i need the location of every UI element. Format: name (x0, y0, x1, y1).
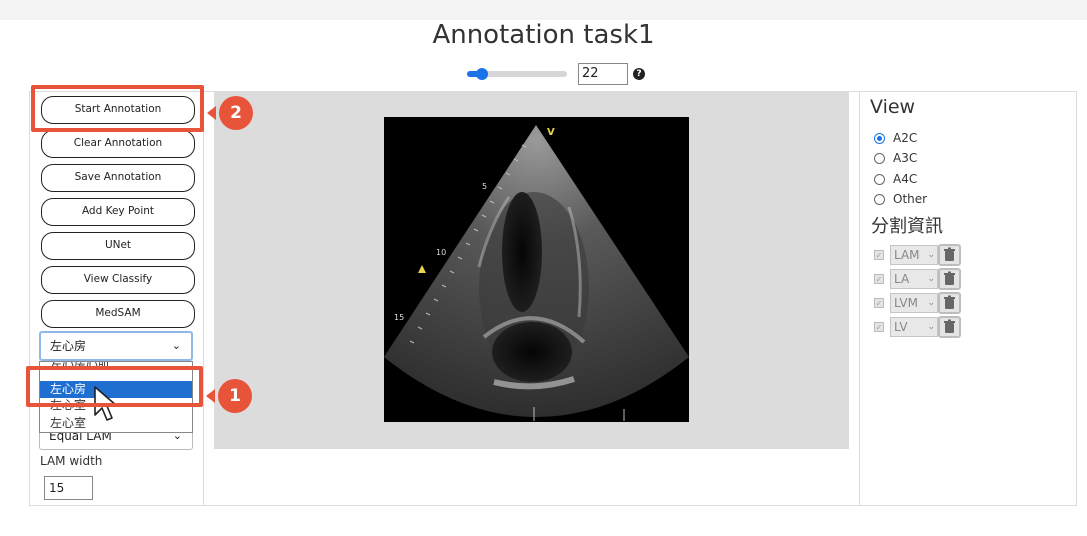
frame-slider[interactable] (467, 62, 567, 86)
checkbox-icon[interactable]: ✓ (874, 274, 884, 284)
radio-icon[interactable] (874, 194, 885, 205)
depth-label: 5 (482, 182, 487, 191)
trash-icon[interactable] (938, 292, 961, 314)
radio-icon[interactable] (874, 153, 885, 164)
callout-pointer (206, 389, 215, 403)
chevron-down-icon: ⌄ (927, 322, 935, 332)
checkbox-icon[interactable]: ✓ (874, 250, 884, 260)
callout-highlight-dropdown-option (26, 366, 203, 407)
trash-icon[interactable] (938, 316, 961, 338)
segmentation-label-select[interactable]: LAM ⌄ (890, 245, 938, 265)
callout-pointer (207, 106, 216, 120)
medsam-button[interactable]: MedSAM (41, 300, 195, 328)
checkbox-icon[interactable]: ✓ (874, 298, 884, 308)
structure-select[interactable]: 左心房 ⌄ (39, 331, 193, 361)
lam-width-label: LAM width (40, 454, 103, 468)
save-annotation-button[interactable]: Save Annotation (41, 164, 195, 192)
page-title: Annotation task1 (432, 20, 655, 50)
chevron-down-icon: ⌄ (927, 274, 935, 284)
browser-top-strip (0, 0, 1087, 20)
view-panel-title: View (870, 96, 916, 118)
chevron-down-icon: ⌄ (927, 250, 935, 260)
callout-badge-2: 2 (219, 96, 253, 130)
orientation-marker: V (547, 127, 555, 138)
frame-slider-thumb[interactable] (476, 68, 488, 80)
echocardiogram-image[interactable]: 5 10 15 V (384, 117, 689, 422)
segmentation-label-select[interactable]: LVM ⌄ (890, 293, 938, 313)
add-key-point-button[interactable]: Add Key Point (41, 198, 195, 226)
chevron-down-icon: ⌄ (171, 339, 181, 352)
trash-icon[interactable] (938, 268, 961, 290)
callout-highlight-start-annotation (31, 85, 204, 132)
focus-marker-icon (418, 265, 426, 273)
checkbox-icon[interactable]: ✓ (874, 322, 884, 332)
structure-select-value: 左心房 (50, 339, 87, 353)
lam-width-input[interactable]: 15 (44, 476, 93, 500)
segmentation-panel-title: 分割資訊 (871, 216, 943, 237)
help-icon[interactable]: ? (633, 68, 645, 80)
radio-selected-icon[interactable] (874, 133, 885, 144)
chevron-down-icon: ⌄ (927, 298, 935, 308)
view-classify-button[interactable]: View Classify (41, 266, 195, 294)
segmentation-label-select[interactable]: LA ⌄ (890, 269, 938, 289)
frame-number-input[interactable]: 22 (578, 63, 628, 85)
trash-icon[interactable] (938, 244, 961, 266)
clear-annotation-button[interactable]: Clear Annotation (41, 130, 195, 158)
radio-icon[interactable] (874, 174, 885, 185)
segmentation-label-select[interactable]: LV ⌄ (890, 317, 938, 337)
depth-label: 15 (394, 313, 404, 322)
unet-button[interactable]: UNet (41, 232, 195, 260)
depth-label: 10 (436, 248, 446, 257)
callout-badge-1: 1 (218, 379, 252, 413)
